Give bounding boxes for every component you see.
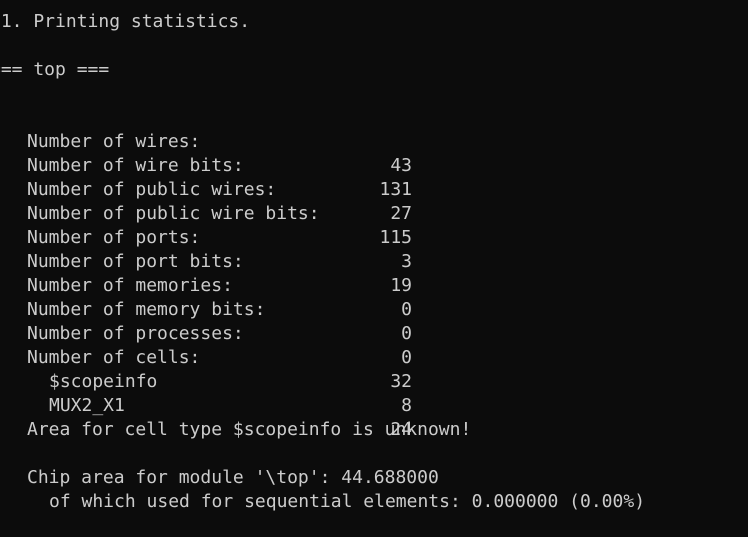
stat-row-cells: Number of cells: 32	[0, 322, 748, 392]
cell-row-scopeinfo: $scopeinfo 8	[0, 346, 748, 416]
module-header: === top ===	[0, 59, 110, 80]
stat-row-ports: Number of ports: 3	[0, 202, 748, 272]
sequential-area-line: of which used for sequential elements: 0…	[49, 491, 646, 512]
cell-value: 8	[401, 395, 412, 416]
stat-row-wire-bits: Number of wire bits: 131	[0, 130, 748, 200]
stat-row-processes: Number of processes: 0	[0, 298, 748, 368]
stat-row-public-wires: Number of public wires: 27	[0, 154, 748, 224]
stat-row-port-bits: Number of port bits: 19	[0, 226, 748, 296]
cell-row-mux2: MUX2_X1 24	[0, 370, 748, 440]
stat-row-public-wire-bits: Number of public wire bits: 115	[0, 178, 748, 248]
stat-row-memory-bits: Number of memory bits: 0	[0, 274, 748, 344]
terminal-window[interactable]: 11. Printing statistics. === top === Num…	[0, 0, 748, 537]
chip-area-line: Chip area for module '\top': 44.688000	[27, 467, 439, 488]
section-title: 11. Printing statistics.	[0, 11, 251, 32]
stat-row-wires: Number of wires: 43	[0, 106, 748, 176]
stat-row-memories: Number of memories: 0	[0, 250, 748, 320]
unknown-area-warning: Area for cell type $scopeinfo is unknown…	[27, 419, 472, 440]
cell-label: MUX2_X1	[49, 395, 125, 416]
